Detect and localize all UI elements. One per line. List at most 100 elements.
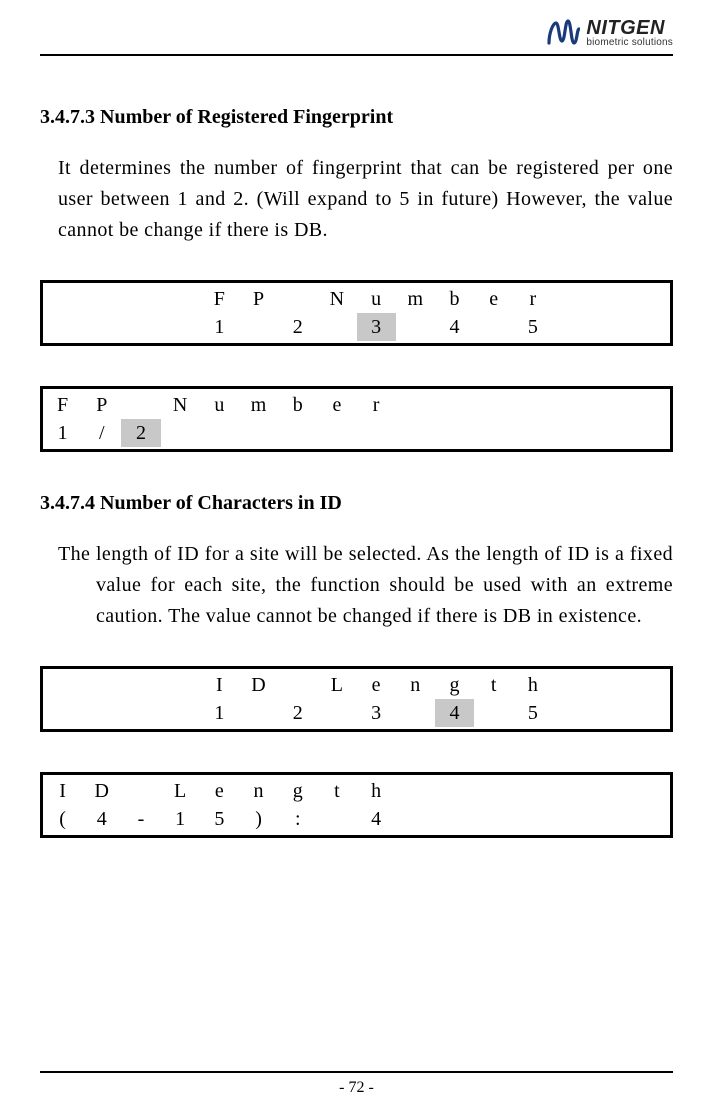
- lcd-cell: u: [200, 391, 239, 419]
- lcd-cell: P: [82, 391, 121, 419]
- lcd-cell: [43, 699, 82, 727]
- lcd-row: 12345: [43, 699, 670, 727]
- lcd-cell: [592, 313, 631, 341]
- lcd-row: IDLength: [43, 671, 670, 699]
- lcd-cell: I: [200, 671, 239, 699]
- lcd-fp-number-menu: FPNumber 12345: [40, 280, 673, 346]
- lcd-cell: [435, 419, 474, 447]
- lcd-cell: [592, 419, 631, 447]
- lcd-cell: [631, 313, 670, 341]
- lcd-cell: 4: [435, 313, 474, 341]
- lcd-cell: [435, 805, 474, 833]
- lcd-cell: [513, 777, 552, 805]
- lcd-cell: [513, 419, 552, 447]
- lcd-cell: D: [239, 671, 278, 699]
- lcd-cell: [161, 419, 200, 447]
- lcd-cell: 5: [513, 699, 552, 727]
- lcd-cell: [43, 285, 82, 313]
- lcd-cell: D: [82, 777, 121, 805]
- logo-main: NITGEN: [586, 18, 673, 38]
- lcd-cell: [43, 313, 82, 341]
- lcd-cell: [474, 391, 513, 419]
- lcd-cell: g: [435, 671, 474, 699]
- lcd-cell: [474, 699, 513, 727]
- lcd-cell: [82, 285, 121, 313]
- lcd-cell: 4: [435, 699, 474, 727]
- lcd-cell: [121, 671, 160, 699]
- lcd-cell: :: [278, 805, 317, 833]
- lcd-cell: I: [43, 777, 82, 805]
- lcd-cell: b: [278, 391, 317, 419]
- lcd-cell: [396, 419, 435, 447]
- section-body-3474: The length of ID for a site will be sele…: [58, 539, 673, 632]
- logo: NITGEN biometric solutions: [546, 18, 673, 48]
- lcd-cell: [631, 805, 670, 833]
- lcd-row: 1/2: [43, 419, 670, 447]
- lcd-cell: [278, 419, 317, 447]
- lcd-cell: P: [239, 285, 278, 313]
- lcd-fp-number-value: FPNumber 1/2: [40, 386, 673, 452]
- lcd-cell: [513, 391, 552, 419]
- lcd-id-length-value: IDLength (4-15):4: [40, 772, 673, 838]
- lcd-cell: [82, 313, 121, 341]
- lcd-cell: [317, 699, 356, 727]
- lcd-cell: [396, 313, 435, 341]
- lcd-cell: [317, 805, 356, 833]
- lcd-cell: [396, 777, 435, 805]
- lcd-cell: [552, 699, 591, 727]
- page-footer: - 72 -: [40, 1071, 673, 1097]
- lcd-cell: h: [513, 671, 552, 699]
- lcd-cell: [552, 313, 591, 341]
- lcd-cell: [121, 285, 160, 313]
- lcd-cell: n: [396, 671, 435, 699]
- lcd-cell: 4: [357, 805, 396, 833]
- lcd-cell: [82, 699, 121, 727]
- lcd-cell: [121, 777, 160, 805]
- lcd-cell: [631, 391, 670, 419]
- lcd-cell: [200, 419, 239, 447]
- section-heading-3473: 3.4.7.3 Number of Registered Fingerprint: [40, 106, 673, 129]
- lcd-cell: 5: [200, 805, 239, 833]
- lcd-cell: [631, 671, 670, 699]
- lcd-cell: [552, 391, 591, 419]
- lcd-row: (4-15):4: [43, 805, 670, 833]
- lcd-cell: [592, 671, 631, 699]
- lcd-cell: 3: [357, 313, 396, 341]
- lcd-cell: r: [357, 391, 396, 419]
- lcd-cell: 2: [278, 699, 317, 727]
- lcd-cell: 4: [82, 805, 121, 833]
- lcd-cell: [278, 671, 317, 699]
- lcd-cell: [396, 699, 435, 727]
- lcd-cell: [396, 391, 435, 419]
- logo-sub: biometric solutions: [586, 38, 673, 48]
- page-number: - 72 -: [339, 1079, 374, 1096]
- section-heading-3474: 3.4.7.4 Number of Characters in ID: [40, 492, 673, 515]
- lcd-cell: [552, 777, 591, 805]
- lcd-cell: -: [121, 805, 160, 833]
- lcd-cell: F: [200, 285, 239, 313]
- lcd-cell: [474, 313, 513, 341]
- page-header: NITGEN biometric solutions: [40, 18, 673, 56]
- lcd-cell: n: [239, 777, 278, 805]
- lcd-cell: [513, 805, 552, 833]
- lcd-cell: [552, 419, 591, 447]
- lcd-cell: [161, 699, 200, 727]
- lcd-cell: [552, 805, 591, 833]
- lcd-cell: F: [43, 391, 82, 419]
- lcd-cell: [631, 777, 670, 805]
- lcd-cell: m: [396, 285, 435, 313]
- lcd-cell: r: [513, 285, 552, 313]
- lcd-cell: 1: [161, 805, 200, 833]
- lcd-cell: [161, 313, 200, 341]
- lcd-cell: [161, 671, 200, 699]
- lcd-cell: ): [239, 805, 278, 833]
- lcd-cell: [474, 777, 513, 805]
- lcd-cell: [396, 805, 435, 833]
- lcd-cell: e: [357, 671, 396, 699]
- lcd-cell: [317, 313, 356, 341]
- lcd-cell: 1: [200, 699, 239, 727]
- lcd-cell: [317, 419, 356, 447]
- lcd-cell: h: [357, 777, 396, 805]
- lcd-cell: [43, 671, 82, 699]
- lcd-cell: [631, 699, 670, 727]
